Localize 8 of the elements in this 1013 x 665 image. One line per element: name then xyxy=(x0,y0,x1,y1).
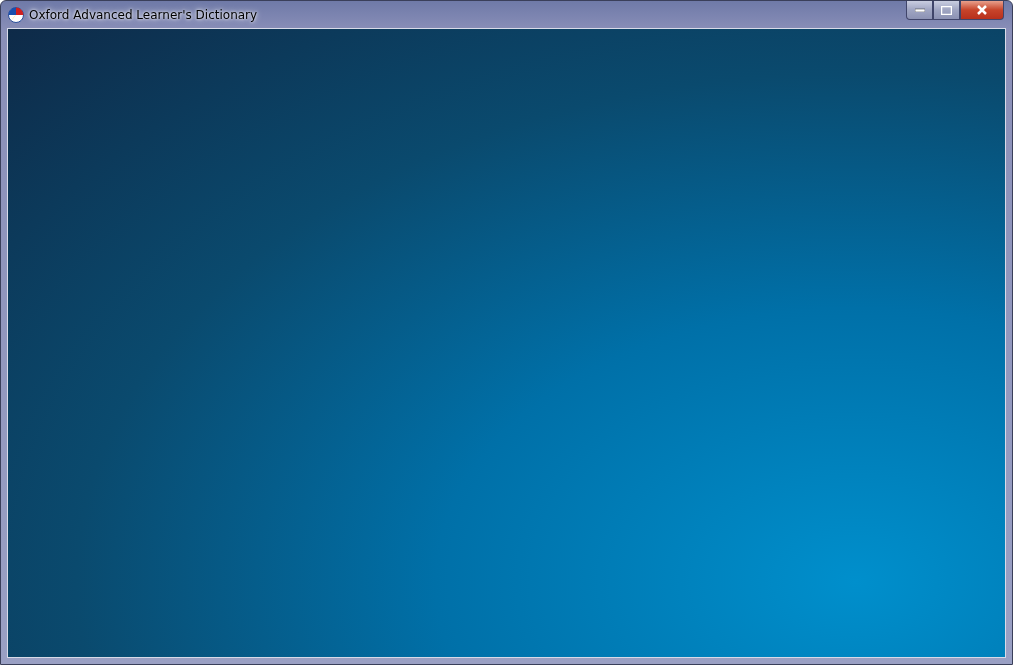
dictionary-logo-icon xyxy=(8,6,24,23)
maximize-icon xyxy=(941,5,952,15)
maximize-button[interactable] xyxy=(933,1,960,20)
window-title: Oxford Advanced Learner's Dictionary xyxy=(29,7,259,22)
minimize-icon xyxy=(914,8,925,12)
minimize-button[interactable] xyxy=(906,1,933,20)
close-icon xyxy=(976,5,988,15)
close-button[interactable] xyxy=(960,1,1004,20)
